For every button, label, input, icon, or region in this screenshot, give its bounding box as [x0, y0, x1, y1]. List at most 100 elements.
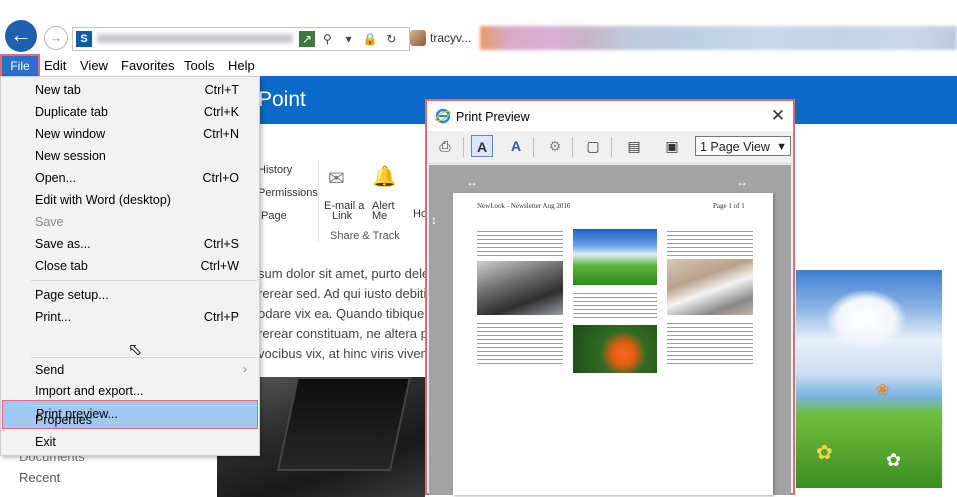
page-text-block: [477, 231, 563, 259]
menu-item-label: Print...: [35, 310, 72, 324]
menu-help[interactable]: Help: [228, 58, 255, 73]
search-icon[interactable]: ⚲: [318, 30, 336, 48]
page-butterfly-image: [573, 325, 657, 373]
file-menu-open[interactable]: Open... Ctrl+O: [1, 167, 259, 189]
ribbon-page[interactable]: Page: [261, 210, 287, 222]
file-menu-dropdown: New tab Ctrl+T Duplicate tab Ctrl+K New …: [0, 76, 260, 456]
file-menu-new-window[interactable]: New window Ctrl+N: [1, 123, 259, 145]
daisy-icon: ✿: [886, 450, 902, 470]
close-icon[interactable]: ✕: [767, 105, 789, 127]
meadow-photo: ❀ ✿ ✿: [796, 270, 942, 488]
menu-separator: [31, 357, 257, 358]
menu-item-label: Properties: [35, 413, 92, 427]
page-header-left: NewLook - Newsletter Aug 2016: [477, 202, 571, 210]
file-menu-close-tab[interactable]: Close tab Ctrl+W: [1, 255, 259, 277]
menu-item-label: New tab: [35, 83, 81, 97]
cloud-shape: [826, 290, 906, 350]
file-menu-new-tab[interactable]: New tab Ctrl+T: [1, 79, 259, 101]
toolbar-separator: [611, 137, 612, 157]
browser-chrome: ← → S ↗ ⚲ ▾ 🔒 ↻ tracyv...: [0, 0, 957, 57]
sharepoint-favicon-icon: S: [76, 31, 92, 47]
page-text-block: [667, 323, 753, 367]
margin-handle-icon[interactable]: ↕: [431, 213, 437, 227]
ribbon-email-link-line2[interactable]: Link: [332, 210, 352, 222]
file-menu-new-session[interactable]: New session: [1, 145, 259, 167]
menu-edit[interactable]: Edit: [44, 58, 66, 73]
margin-handle-icon[interactable]: ↔: [466, 175, 478, 189]
menu-item-label: Save as...: [35, 237, 91, 251]
full-page-icon[interactable]: ▣: [661, 135, 683, 157]
margin-handle-icon[interactable]: ↔: [736, 175, 748, 189]
menu-item-label: Import and export...: [35, 384, 144, 398]
email-envelope-icon[interactable]: ✉: [328, 166, 345, 191]
forward-button[interactable]: →: [44, 26, 68, 50]
sharepoint-title: Point: [258, 88, 306, 111]
preview-page: NewLook - Newsletter Aug 2016 Page 1 of …: [453, 193, 773, 495]
portrait-icon[interactable]: A: [471, 135, 493, 157]
ribbon-history[interactable]: History: [258, 164, 292, 176]
menu-tools[interactable]: Tools: [184, 58, 214, 73]
page-view-value: 1 Page View: [700, 140, 770, 154]
toolbar-separator: [533, 137, 534, 157]
landscape-icon[interactable]: A: [505, 135, 527, 157]
file-menu-edit-with-word[interactable]: Edit with Word (desktop): [1, 189, 259, 211]
toolbar-separator: [572, 137, 573, 157]
tab-favicon-icon: [410, 30, 426, 46]
full-width-icon[interactable]: ▤: [623, 135, 645, 157]
refresh-icon[interactable]: ↻: [382, 30, 400, 48]
file-menu-print[interactable]: Print... Ctrl+P: [1, 306, 259, 328]
bell-icon[interactable]: 🔔: [372, 164, 397, 189]
file-menu-duplicate-tab[interactable]: Duplicate tab Ctrl+K: [1, 101, 259, 123]
menu-favorites[interactable]: Favorites: [121, 58, 174, 73]
menu-item-label: New session: [35, 149, 106, 163]
print-preview-toolbar: ⎙ A A ⚙ ▢ ▤ ▣ 1 Page View ▼: [427, 131, 793, 164]
page-meadow-image: [573, 229, 657, 285]
lock-icon[interactable]: 🔒: [361, 30, 379, 48]
printer-icon[interactable]: ⎙: [434, 135, 456, 157]
menu-item-label: Edit with Word (desktop): [35, 193, 171, 207]
page-view-select[interactable]: 1 Page View ▼: [695, 136, 791, 156]
file-menu-import-export[interactable]: Import and export...: [1, 380, 259, 402]
page-hands-laptop-image: [667, 259, 753, 315]
menu-item-label: Send: [35, 363, 65, 377]
menu-item-label: Exit: [35, 435, 56, 449]
file-menu-send[interactable]: Send ›: [1, 359, 259, 381]
menu-item-shortcut: Ctrl+N: [203, 127, 239, 141]
print-preview-titlebar: Print Preview ✕: [427, 101, 793, 131]
address-bar[interactable]: S ↗ ⚲ ▾ 🔒 ↻: [72, 27, 410, 51]
laptop-screen: [277, 377, 411, 471]
dropdown-chevron-icon[interactable]: ▾: [340, 30, 358, 48]
back-button[interactable]: ←: [5, 20, 37, 52]
file-menu-save[interactable]: Save: [1, 211, 259, 233]
file-menu-exit[interactable]: Exit: [1, 431, 259, 453]
toolbar-separator: [463, 137, 464, 157]
page-text-block: [573, 293, 657, 321]
header-footer-icon[interactable]: ▢: [582, 135, 604, 157]
menu-item-label: Open...: [35, 171, 76, 185]
menu-item-shortcut: Ctrl+T: [204, 83, 239, 97]
menu-item-shortcut: Ctrl+P: [203, 310, 239, 324]
menu-bar: File Edit View Favorites Tools Help: [0, 54, 957, 80]
file-menu-page-setup[interactable]: Page setup...: [1, 284, 259, 306]
ribbon-divider: [318, 160, 319, 242]
chevron-down-icon: ▼: [776, 141, 787, 153]
left-nav-recent[interactable]: Recent: [19, 470, 60, 485]
body-line: rerear sed. Ad qui iusto debitis,: [258, 286, 437, 301]
menu-view[interactable]: View: [80, 58, 108, 73]
ribbon-permissions[interactable]: Permissions: [258, 187, 318, 199]
file-menu-save-as[interactable]: Save as... Ctrl+S: [1, 233, 259, 255]
url-text-blurred: [97, 34, 293, 43]
browser-tab-active[interactable]: tracyv...: [410, 26, 478, 50]
menu-item-label: Duplicate tab: [35, 105, 108, 119]
page-text-block: [667, 231, 753, 259]
menu-separator: [31, 405, 257, 406]
file-menu-properties[interactable]: Properties: [1, 409, 259, 431]
body-line: vocibus vix, at hinc viris vivendo: [258, 346, 443, 361]
page-setup-gear-icon[interactable]: ⚙: [544, 135, 566, 157]
menu-file[interactable]: File: [0, 54, 40, 80]
submenu-arrow-icon: ›: [243, 362, 247, 376]
print-preview-canvas[interactable]: ↔ ↔ ↕ NewLook - Newsletter Aug 2016 Page…: [429, 165, 791, 495]
compatibility-icon[interactable]: ↗: [299, 31, 315, 47]
ribbon-alert-me-line2[interactable]: Me: [372, 210, 387, 222]
browser-tabs-blurred[interactable]: [480, 26, 957, 50]
